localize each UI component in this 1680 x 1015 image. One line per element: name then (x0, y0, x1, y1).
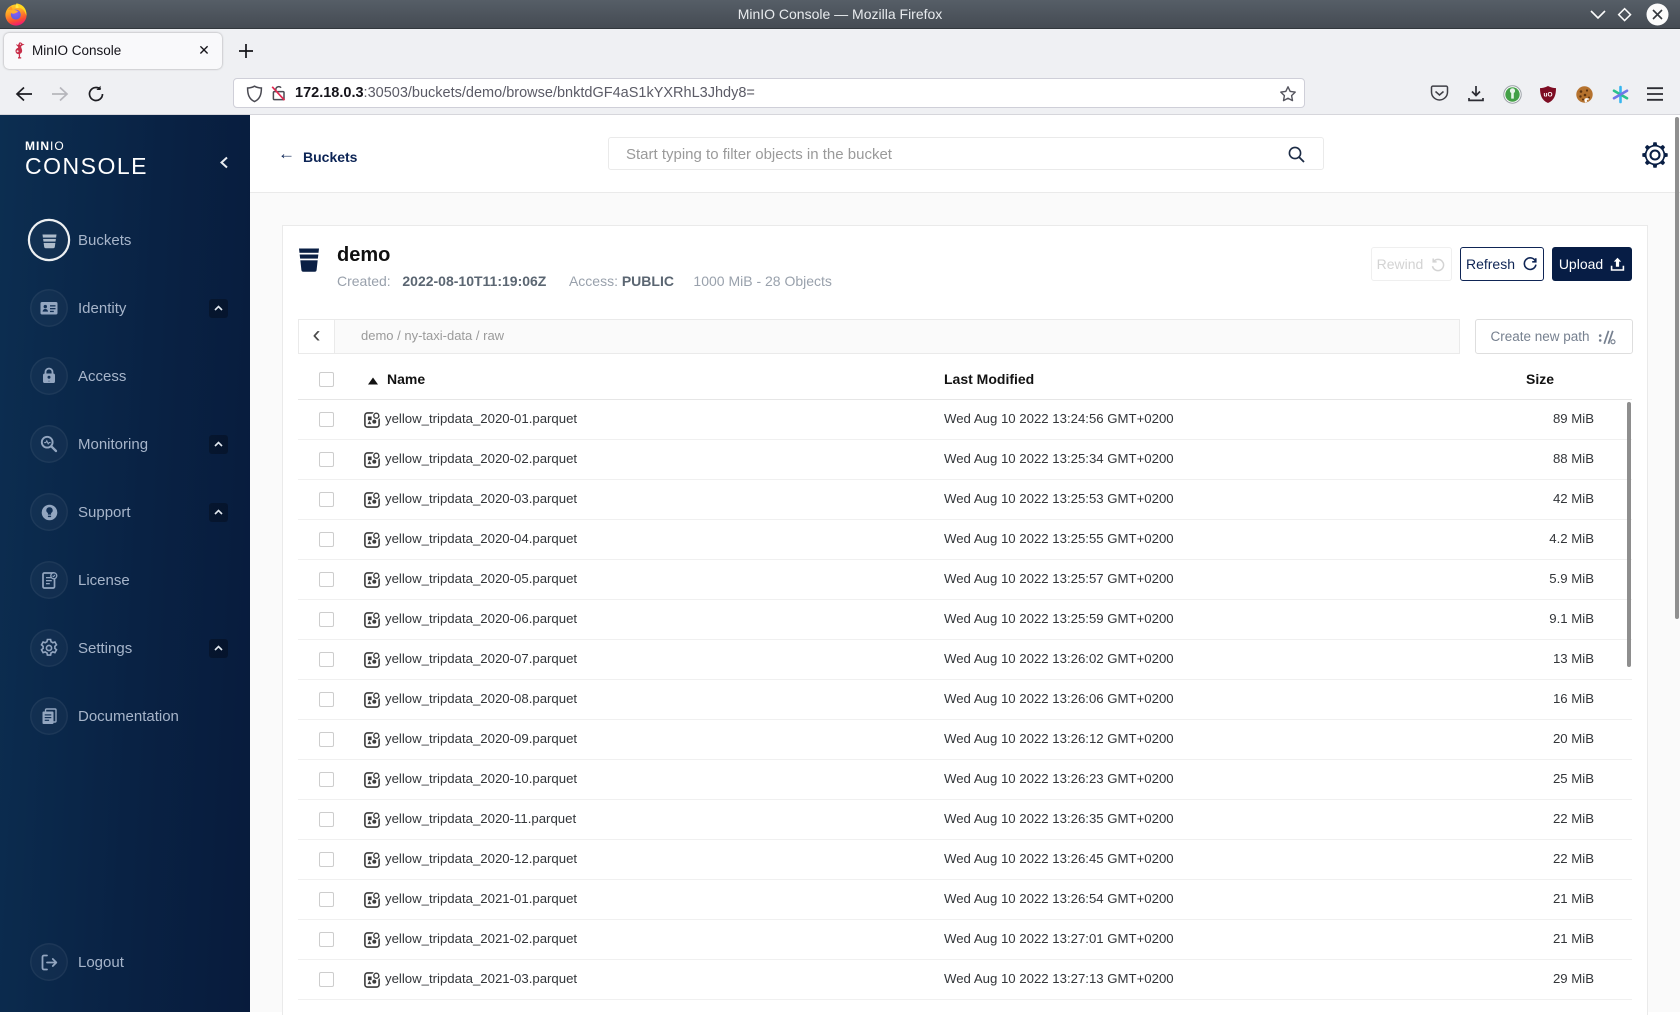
svg-text:uO: uO (1543, 92, 1552, 99)
